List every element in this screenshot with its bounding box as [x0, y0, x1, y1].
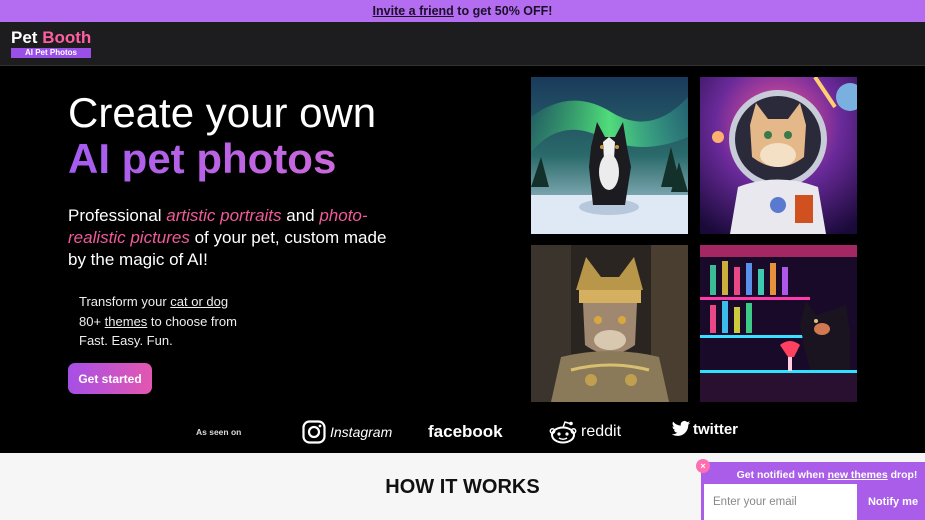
email-input[interactable]	[704, 484, 857, 520]
facebook-brand: facebook	[428, 422, 503, 442]
promo-bar: Invite a friend to get 50% OFF!	[0, 0, 925, 22]
desc-emphasis-artistic: artistic portraits	[166, 206, 282, 225]
reddit-wordmark: reddit	[581, 423, 622, 440]
get-started-button[interactable]: Get started	[68, 363, 152, 394]
feature-item: Transform your cat or dog	[79, 292, 237, 312]
dog-neon-bar-photo	[700, 245, 857, 402]
hero-title-line2: AI pet photos	[68, 136, 376, 182]
logo-subtitle: AI Pet Photos	[11, 48, 91, 58]
logo-booth: Booth	[42, 28, 92, 47]
instagram-wordmark: Instagram	[330, 424, 393, 440]
feature-text: Transform your	[79, 294, 171, 309]
logo[interactable]: Pet Booth AI Pet Photos	[11, 29, 91, 58]
notify-title-text: Get notified when	[736, 469, 828, 481]
feature-text: Fast. Easy. Fun.	[79, 333, 173, 348]
feature-list: Transform your cat or dog 80+ themes to …	[79, 292, 237, 351]
notify-me-button[interactable]: Notify me	[861, 484, 925, 520]
instagram-brand: Instagram	[302, 420, 392, 444]
logo-text: Pet Booth	[11, 29, 91, 47]
dog-aurora-photo	[531, 77, 688, 234]
instagram-icon	[302, 420, 326, 444]
pet-photo-gallery	[531, 77, 857, 402]
twitter-brand: twitter	[671, 420, 738, 438]
invite-friend-link[interactable]: Invite a friend	[373, 4, 454, 18]
notify-title: Get notified when new themes drop!	[701, 469, 925, 481]
feature-text: 80+	[79, 313, 105, 329]
cat-knight-photo	[531, 245, 688, 402]
desc-text: Professional	[68, 206, 167, 225]
hero-description: Professional artistic portraits and phot…	[68, 205, 398, 271]
new-themes-link[interactable]: new themes	[828, 469, 888, 481]
top-nav: Pet Booth AI Pet Photos	[0, 22, 925, 66]
cat-astronaut-photo	[700, 77, 857, 234]
notify-title-text: drop!	[887, 469, 918, 481]
reddit-icon	[549, 421, 577, 444]
hero-title: Create your own AI pet photos	[68, 90, 376, 182]
facebook-wordmark: facebook	[428, 422, 503, 441]
notify-popup: × Get notified when new themes drop! Not…	[696, 459, 925, 520]
feature-item: Fast. Easy. Fun.	[79, 331, 237, 351]
feature-text: to choose from	[147, 313, 237, 329]
feature-item: 80+ themes to choose from	[79, 312, 237, 332]
twitter-wordmark: twitter	[693, 420, 738, 438]
reddit-brand: reddit	[549, 420, 621, 444]
desc-text: and	[281, 206, 320, 225]
hero-title-line1: Create your own	[68, 89, 377, 136]
as-seen-on-label: As seen on	[196, 427, 242, 437]
logo-pet: Pet	[11, 28, 38, 47]
cat-or-dog-link[interactable]: cat or dog	[170, 294, 228, 309]
promo-text: to get 50% OFF!	[453, 4, 553, 18]
themes-link[interactable]: themes	[105, 314, 148, 329]
twitter-bird-icon	[671, 420, 691, 436]
